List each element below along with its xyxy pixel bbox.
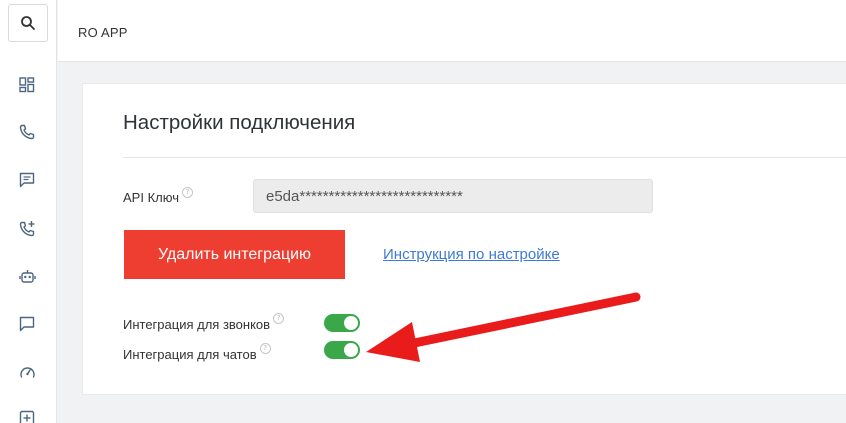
message-icon	[19, 316, 35, 332]
calls-integration-toggle[interactable]	[324, 314, 360, 332]
sidebar-item-dashboard[interactable]	[16, 74, 38, 96]
sidebar-item-calls[interactable]	[16, 121, 38, 143]
help-icon[interactable]: ?	[259, 343, 271, 354]
chats-integration-row: Интеграция для чатов?	[123, 343, 271, 364]
connection-settings-card: Настройки подключения API Ключ? Удалить …	[82, 83, 846, 395]
top-header: RO APP	[58, 0, 846, 62]
sidebar-item-more[interactable]	[16, 407, 38, 423]
sidebar-item-monitoring[interactable]	[16, 361, 38, 383]
calls-integration-row: Интеграция для звонков?	[123, 313, 285, 334]
sidebar-item-add-call[interactable]	[16, 217, 38, 239]
search-button[interactable]	[8, 4, 48, 42]
sidebar	[0, 0, 57, 423]
api-key-field[interactable]	[253, 179, 653, 213]
phone-add-icon	[19, 220, 34, 236]
calls-integration-label: Интеграция для звонков	[123, 317, 271, 332]
setup-guide-link[interactable]: Инструкция по настройке	[383, 246, 560, 263]
app-title: RO APP	[78, 25, 128, 40]
search-icon	[21, 16, 35, 30]
sidebar-item-bot[interactable]	[16, 265, 38, 287]
chats-integration-toggle[interactable]	[324, 341, 360, 359]
robot-icon	[18, 269, 36, 283]
sidebar-item-chat[interactable]	[16, 169, 38, 191]
toggle-knob	[344, 316, 358, 330]
divider	[123, 157, 846, 158]
chat-icon	[19, 172, 35, 188]
help-icon[interactable]: ?	[181, 187, 193, 198]
api-key-label: API Ключ	[123, 190, 179, 205]
delete-integration-button[interactable]: Удалить интеграцию	[124, 230, 345, 279]
api-key-label-row: API Ключ?	[123, 187, 193, 205]
page-title: Настройки подключения	[123, 111, 356, 134]
dashboard-icon	[19, 77, 35, 93]
chats-integration-label: Интеграция для чатов	[123, 347, 257, 362]
phone-icon	[19, 124, 35, 140]
toggle-knob	[344, 343, 358, 357]
speedometer-icon	[19, 366, 35, 378]
plus-square-icon	[19, 410, 35, 423]
help-icon[interactable]: ?	[273, 313, 285, 324]
sidebar-item-messages[interactable]	[16, 313, 38, 335]
